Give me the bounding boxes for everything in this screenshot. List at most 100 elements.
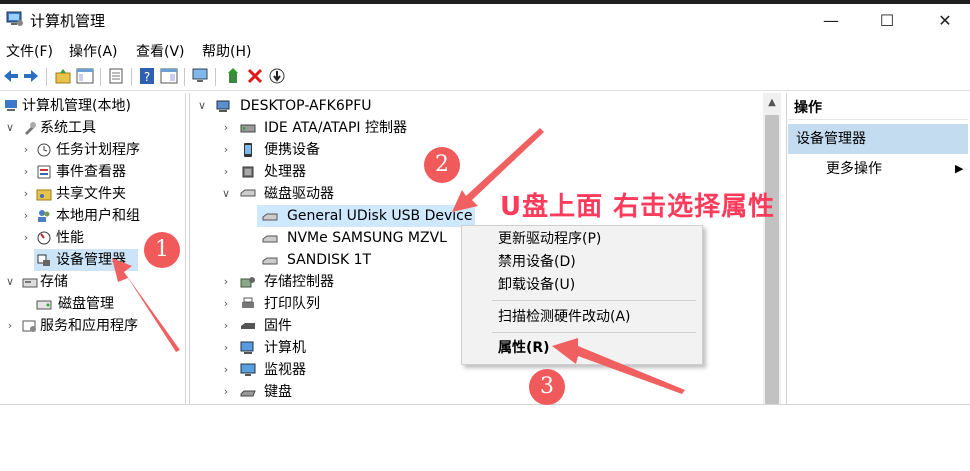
tree-item-event-viewer[interactable]: › 事件查看器 [20, 161, 184, 183]
chevron-right-icon[interactable]: › [220, 315, 232, 337]
device-tree-label: 磁盘驱动器 [264, 186, 334, 202]
disk-drive-icon [262, 235, 278, 243]
chevron-down-icon[interactable]: ∨ [220, 183, 232, 205]
minimize-button[interactable]: — [808, 8, 854, 34]
title-bar: 计算机管理 — ☐ ✕ [0, 4, 970, 34]
chevron-right-icon[interactable]: › [220, 271, 232, 293]
update-driver-icon[interactable] [224, 67, 242, 85]
device-tree-label: DESKTOP-AFK6PFU [240, 98, 372, 114]
tree-item-computer-management[interactable]: 计算机管理(本地) [4, 95, 184, 117]
device-tree-root[interactable]: ∨ DESKTOP-AFK6PFU [196, 95, 756, 117]
close-button[interactable]: ✕ [922, 8, 968, 34]
device-category-processor[interactable]: › 处理器 [220, 161, 760, 183]
tree-item-services-apps[interactable]: › 服务和应用程序 [4, 315, 184, 337]
disk-drive-icon [262, 213, 278, 221]
device-tree-label: 打印队列 [264, 296, 320, 312]
chevron-right-icon[interactable]: › [220, 293, 232, 315]
device-category-keyboards[interactable]: › 键盘 [220, 381, 460, 403]
device-nvme-samsung[interactable]: NVMe SAMSUNG MZVL [262, 227, 462, 249]
tools-icon [25, 122, 36, 135]
device-category-monitors[interactable]: › 监视器 [220, 359, 460, 381]
show-hide-icon[interactable] [160, 67, 178, 85]
maximize-button[interactable]: ☐ [864, 8, 910, 34]
menu-action[interactable]: 操作(A) [69, 41, 118, 61]
back-icon[interactable] [2, 67, 20, 85]
annotation-badge-1: 1 [144, 232, 180, 268]
chevron-right-icon[interactable]: › [220, 117, 232, 139]
properties-icon[interactable] [107, 67, 125, 85]
toolbar-separator [46, 68, 47, 86]
menu-file[interactable]: 文件(F) [6, 41, 53, 61]
monitor-icon[interactable] [191, 67, 209, 85]
more-actions-link[interactable]: 更多操作 [826, 158, 882, 180]
device-category-storage-controllers[interactable]: › 存储控制器 [220, 271, 460, 293]
tree-item-label: 服务和应用程序 [40, 318, 138, 334]
forward-icon[interactable] [22, 67, 40, 85]
device-category-print-queue[interactable]: › 打印队列 [220, 293, 460, 315]
chevron-right-icon[interactable]: › [220, 161, 232, 183]
firmware-icon [241, 323, 255, 329]
console-tree-icon[interactable] [76, 67, 94, 85]
tree-item-local-users[interactable]: › 本地用户和组 [20, 205, 184, 227]
clock-icon [37, 143, 51, 157]
menu-separator [492, 300, 696, 301]
device-tree-label: SANDISK 1T [287, 252, 372, 268]
window-title: 计算机管理 [30, 12, 106, 30]
chevron-right-icon[interactable]: › [20, 161, 32, 183]
device-sandisk[interactable]: SANDISK 1T [262, 249, 462, 271]
actions-group-device-manager[interactable]: 设备管理器 [788, 124, 968, 154]
tree-item-storage[interactable]: ∨ 存储 [4, 271, 184, 293]
chevron-down-icon[interactable]: ∨ [4, 117, 16, 139]
triangle-right-icon[interactable]: ▶ [955, 158, 963, 180]
chevron-down-icon[interactable]: ∨ [4, 271, 16, 293]
printer-icon [242, 297, 254, 308]
chevron-right-icon[interactable]: › [220, 139, 232, 161]
scan-icon[interactable] [268, 67, 286, 85]
chevron-down-icon[interactable]: ∨ [196, 95, 208, 117]
menu-item-uninstall-device[interactable]: 卸载设备(U) [498, 274, 575, 296]
scroll-up-arrow-icon[interactable]: ▲ [763, 95, 781, 111]
chevron-right-icon[interactable]: › [220, 381, 232, 403]
storage-icon [22, 278, 38, 288]
toolbar-separator [100, 68, 101, 86]
device-category-firmware[interactable]: › 固件 [220, 315, 460, 337]
device-tree-label: 固件 [264, 318, 292, 334]
menu-view[interactable]: 查看(V) [136, 41, 185, 61]
tree-item-label: 共享文件夹 [56, 186, 126, 202]
scrollbar-thumb[interactable] [765, 115, 779, 404]
menu-item-update-driver[interactable]: 更新驱动程序(P) [498, 228, 601, 250]
chevron-right-icon[interactable]: › [4, 315, 16, 337]
tree-item-label: 任务计划程序 [56, 142, 140, 158]
menu-help[interactable]: 帮助(H) [202, 41, 251, 61]
up-folder-icon[interactable] [54, 67, 72, 85]
tree-item-label: 磁盘管理 [58, 296, 114, 312]
chevron-right-icon[interactable]: › [220, 359, 232, 381]
tree-item-task-scheduler[interactable]: › 任务计划程序 [20, 139, 184, 161]
chevron-right-icon[interactable]: › [220, 337, 232, 359]
storage-controller-icon [240, 277, 255, 288]
performance-icon [37, 231, 51, 245]
chevron-right-icon[interactable]: › [20, 183, 32, 205]
tree-item-shared-folders[interactable]: › 共享文件夹 [20, 183, 184, 205]
toolbar-separator [215, 68, 216, 86]
chevron-right-icon[interactable]: › [20, 205, 32, 227]
uninstall-icon[interactable] [246, 67, 264, 85]
device-category-computer[interactable]: › 计算机 [220, 337, 460, 359]
menu-item-disable-device[interactable]: 禁用设备(D) [498, 251, 576, 273]
device-category-ide[interactable]: › IDE ATA/ATAPI 控制器 [220, 117, 760, 139]
help-icon[interactable]: ? [138, 67, 156, 85]
device-tree-label: 存储控制器 [264, 274, 334, 290]
tree-item-system-tools[interactable]: ∨ 系统工具 [4, 117, 184, 139]
keyboard-icon [240, 390, 256, 397]
menu-item-scan-hardware[interactable]: 扫描检测硬件改动(A) [498, 306, 631, 328]
tree-item-disk-management[interactable]: 磁盘管理 [20, 293, 184, 315]
window-bottom-border [0, 404, 970, 405]
menu-item-properties[interactable]: 属性(R) [498, 337, 550, 359]
actions-header: 操作 [788, 96, 968, 120]
chevron-right-icon[interactable]: › [20, 139, 32, 161]
tree-item-label: 计算机管理(本地) [22, 98, 131, 114]
device-category-portable[interactable]: › 便携设备 [220, 139, 760, 161]
device-general-udisk[interactable]: General UDisk USB Device [262, 205, 482, 227]
chevron-right-icon[interactable]: › [20, 227, 32, 249]
processor-icon [242, 166, 254, 178]
